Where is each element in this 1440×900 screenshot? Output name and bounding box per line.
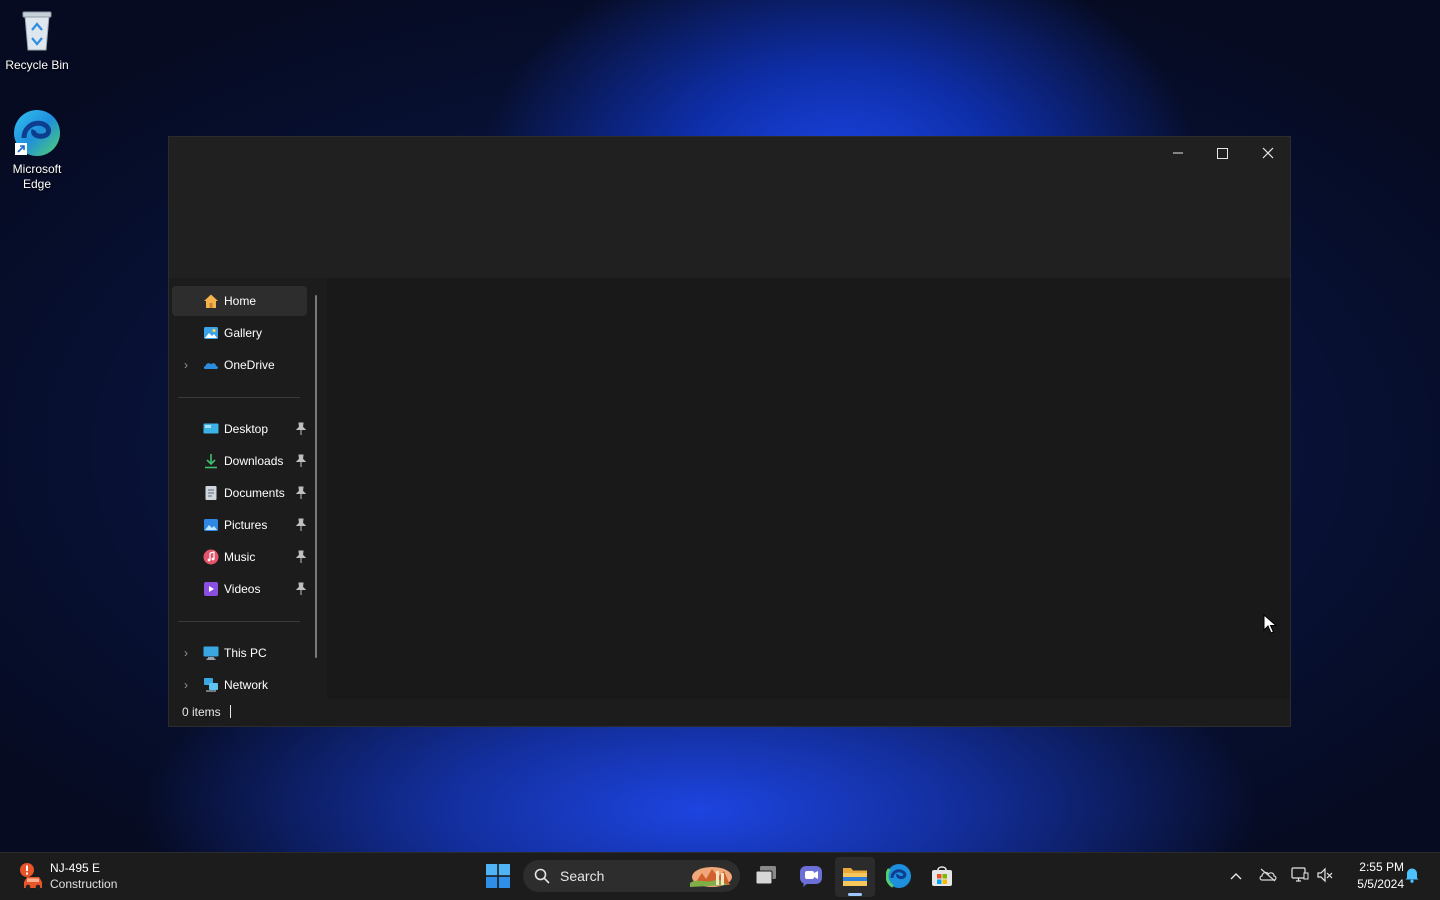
chat-button[interactable] — [791, 857, 831, 897]
chevron-right-icon[interactable]: › — [180, 678, 192, 692]
pin-icon[interactable] — [294, 550, 308, 564]
clock-date: 5/5/2024 — [1357, 877, 1404, 891]
this-pc-icon — [203, 645, 219, 661]
chevron-right-icon[interactable]: › — [180, 358, 192, 372]
search-icon — [534, 868, 550, 887]
gallery-icon — [203, 325, 219, 341]
notifications-button[interactable] — [1401, 865, 1423, 887]
nav-item-this-pc[interactable]: › This PC — [172, 638, 307, 668]
pin-icon[interactable] — [294, 486, 308, 500]
item-count: 0 items — [182, 705, 221, 719]
edge-icon — [885, 862, 913, 892]
desktop-folder-icon — [203, 421, 219, 437]
recycle-bin-icon — [17, 8, 57, 54]
nav-label-desktop: Desktop — [224, 422, 269, 436]
onedrive-offline-icon — [1259, 868, 1277, 885]
maximize-button[interactable] — [1200, 139, 1244, 167]
nav-item-home[interactable]: Home — [172, 286, 307, 316]
nav-item-pictures[interactable]: Pictures — [172, 510, 307, 540]
pin-icon[interactable] — [294, 582, 308, 596]
recycle-bin-label: Recycle Bin — [5, 58, 69, 72]
pin-icon[interactable] — [294, 454, 308, 468]
maximize-icon — [1216, 147, 1228, 159]
nav-item-onedrive[interactable]: › OneDrive — [172, 350, 307, 380]
taskbar-search[interactable]: Search — [523, 860, 740, 892]
nav-label-music: Music — [224, 550, 256, 564]
file-explorer-icon — [842, 865, 868, 890]
close-button[interactable] — [1246, 139, 1290, 167]
onedrive-tray-button[interactable] — [1257, 865, 1279, 887]
documents-icon — [203, 485, 219, 501]
nav-item-music[interactable]: Music — [172, 542, 307, 572]
store-taskbar-button[interactable] — [922, 857, 962, 897]
onedrive-icon — [203, 357, 219, 373]
downloads-icon — [203, 453, 219, 469]
chat-icon — [799, 864, 823, 891]
music-icon — [203, 549, 219, 565]
edge-label: Microsoft Edge — [12, 162, 62, 191]
nav-item-videos[interactable]: Videos — [172, 574, 307, 604]
nav-label-onedrive: OneDrive — [224, 358, 275, 372]
network-tray-button[interactable] — [1289, 865, 1311, 887]
network-icon — [1291, 866, 1309, 886]
task-view-button[interactable] — [747, 857, 787, 897]
clock-time: 2:55 PM — [1359, 860, 1404, 874]
pictures-icon — [203, 517, 219, 533]
start-button[interactable] — [478, 857, 518, 897]
volume-muted-icon — [1316, 867, 1334, 886]
chevron-right-icon[interactable]: › — [180, 646, 192, 660]
nav-item-documents[interactable]: Documents — [172, 478, 307, 508]
videos-icon — [203, 581, 219, 597]
search-highlight-icon — [688, 863, 734, 889]
show-hidden-icons-button[interactable] — [1225, 865, 1247, 887]
desktop-icon-edge[interactable]: Microsoft Edge — [0, 108, 74, 192]
nav-label-documents: Documents — [224, 486, 285, 500]
nav-label-downloads: Downloads — [224, 454, 284, 468]
minimize-icon — [1173, 148, 1183, 158]
bell-icon — [1405, 867, 1419, 886]
running-indicator — [848, 893, 862, 896]
pin-icon[interactable] — [294, 422, 308, 436]
minimize-button[interactable] — [1156, 139, 1200, 167]
home-icon — [203, 293, 219, 309]
taskbar-clock[interactable]: 2:55 PM 5/5/2024 — [1340, 859, 1404, 893]
weather-line1: NJ-495 E — [50, 861, 101, 875]
nav-scrollbar[interactable] — [315, 295, 317, 658]
nav-divider — [178, 621, 300, 622]
nav-label-videos: Videos — [224, 582, 261, 596]
title-bar — [169, 137, 1290, 278]
file-explorer-window: Home Gallery › OneDrive Desktop Download… — [168, 136, 1291, 727]
nav-item-network[interactable]: › Network — [172, 670, 307, 700]
navigation-pane: Home Gallery › OneDrive Desktop Download… — [169, 278, 328, 701]
weather-line2: Construction — [50, 877, 118, 891]
desktop-icon-recycle-bin[interactable]: Recycle Bin — [0, 8, 74, 73]
nav-label-home: Home — [224, 294, 257, 308]
file-list-area[interactable] — [327, 278, 1290, 701]
mouse-pointer-icon — [1263, 613, 1278, 637]
nav-item-desktop[interactable]: Desktop — [172, 414, 307, 444]
status-divider — [230, 705, 231, 718]
traffic-alert-icon — [18, 862, 46, 895]
nav-divider — [178, 397, 300, 398]
edge-icon — [12, 108, 62, 158]
task-view-icon — [755, 865, 779, 890]
pin-icon[interactable] — [294, 518, 308, 532]
close-icon — [1262, 147, 1274, 159]
store-icon — [930, 864, 954, 891]
nav-label-network: Network — [224, 678, 269, 692]
nav-item-downloads[interactable]: Downloads — [172, 446, 307, 476]
volume-tray-button[interactable] — [1314, 865, 1336, 887]
file-explorer-taskbar-button[interactable] — [835, 857, 875, 897]
nav-label-pictures: Pictures — [224, 518, 268, 532]
taskbar: NJ-495 E Construction Search 2:55 PM 5/5… — [0, 852, 1440, 900]
chevron-up-icon — [1230, 869, 1242, 883]
edge-taskbar-button[interactable] — [879, 857, 919, 897]
search-placeholder: Search — [560, 868, 605, 884]
network-icon — [203, 677, 219, 693]
nav-item-gallery[interactable]: Gallery — [172, 318, 307, 348]
nav-label-this-pc: This PC — [224, 646, 267, 660]
start-icon — [486, 863, 510, 891]
status-bar: 0 items — [169, 699, 1290, 726]
nav-label-gallery: Gallery — [224, 326, 263, 340]
